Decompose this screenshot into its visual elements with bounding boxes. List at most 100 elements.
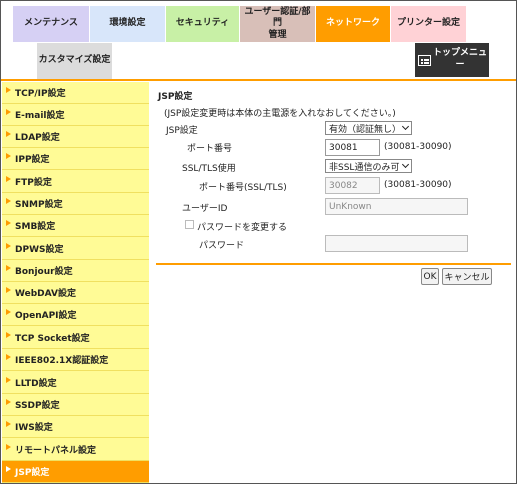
tab-user-auth[interactable]: ユーザー認証/部門 管理 [240, 6, 315, 42]
port-label: ポート番号 [187, 144, 233, 154]
tab-printer-label: プリンター設定 [396, 18, 460, 29]
sidebar-item-label: LLTD設定 [15, 379, 57, 389]
sidebar-item-remote-panel[interactable]: リモートパネル設定 [2, 439, 149, 461]
sidebar-item-label: リモートパネル設定 [15, 446, 97, 456]
cancel-button[interactable]: キャンセル [442, 268, 492, 285]
tab-customize-label: カスタマイズ設定 [38, 55, 111, 66]
port-input[interactable]: 30081 [325, 139, 380, 156]
sidebar-item-label: DPWS設定 [15, 245, 64, 255]
sidebar-item-ftp[interactable]: FTP設定 [2, 171, 149, 193]
bullet-triangle-icon [6, 109, 11, 115]
sidebar-item-ldap[interactable]: LDAP設定 [2, 126, 149, 148]
sidebar-item-smb[interactable]: SMB設定 [2, 215, 149, 237]
password-input[interactable] [325, 235, 468, 252]
sidebar-item-label: OpenAPI設定 [15, 311, 77, 321]
ssl-port-value: 30082 [329, 180, 358, 191]
sidebar-item-label: IPP設定 [15, 155, 50, 165]
power-notice: (JSP設定変更時は本体の主電源を入れなおしてください。) [164, 109, 396, 119]
bullet-triangle-icon [6, 87, 11, 93]
sidebar-item-webdav[interactable]: WebDAV設定 [2, 282, 149, 304]
top-menu-label-line2: ー [455, 60, 465, 70]
bullet-triangle-icon [6, 265, 11, 271]
bullet-triangle-icon [6, 332, 11, 338]
sidebar-item-label: LDAP設定 [15, 133, 60, 143]
bullet-triangle-icon [6, 287, 11, 293]
bullet-triangle-icon [6, 399, 11, 405]
tab-maintenance[interactable]: メンテナンス [13, 6, 89, 42]
change-password-label: パスワードを変更する [197, 223, 288, 233]
sidebar-item-tcp-socket[interactable]: TCP Socket設定 [2, 327, 149, 349]
sidebar-item-ieee8021x[interactable]: IEEE802.1X認証設定 [2, 349, 149, 371]
user-id-value: UnKnown [329, 201, 372, 212]
password-label: パスワード [199, 241, 245, 251]
ok-button-label: OK [423, 271, 437, 282]
chevron-down-icon [401, 122, 410, 131]
sidebar-item-label: TCP/IP設定 [15, 89, 66, 99]
web-page-frame: メンテナンス 環境設定 セキュリティ ユーザー認証/部門 管理 ネットワーク プ… [0, 0, 517, 484]
top-menu-button[interactable]: トップメニュ ー [415, 43, 489, 77]
port-value: 30081 [329, 142, 358, 153]
sidebar-item-iws[interactable]: IWS設定 [2, 416, 149, 438]
sidebar-item-label: E-mail設定 [15, 111, 65, 121]
bullet-triangle-icon [6, 466, 11, 472]
tab-environment[interactable]: 環境設定 [90, 6, 165, 42]
jsp-setting-value: 有効（認証無し） [329, 124, 402, 135]
ssl-tls-label: SSL/TLS使用 [182, 164, 236, 174]
sidebar-item-label: WebDAV設定 [15, 289, 76, 299]
bullet-triangle-icon [6, 377, 11, 383]
top-menu-label: トップメニュ ー [433, 48, 487, 71]
page-title: JSP設定 [158, 92, 193, 102]
bullet-triangle-icon [6, 176, 11, 182]
menu-list-icon [418, 54, 431, 66]
bullet-triangle-icon [6, 220, 11, 226]
sidebar-item-label: IWS設定 [15, 423, 53, 433]
jsp-setting-select[interactable]: 有効（認証無し） [325, 121, 412, 135]
sidebar-item-label: FTP設定 [15, 178, 52, 188]
sidebar-item-label: Bonjour設定 [15, 267, 73, 277]
sidebar-item-jsp[interactable]: JSP設定 [2, 461, 149, 483]
bullet-triangle-icon [6, 198, 11, 204]
ssl-tls-select[interactable]: 非SSL通信のみ可 [325, 159, 412, 173]
ssl-port-range: (30081-30090) [384, 180, 452, 190]
bullet-triangle-icon [6, 354, 11, 360]
tab-network[interactable]: ネットワーク [316, 6, 390, 42]
sidebar-item-ssdp[interactable]: SSDP設定 [2, 394, 149, 416]
tab-user-auth-label-line2: 管理 [268, 29, 287, 40]
bullet-triangle-icon [6, 243, 11, 249]
sidebar-item-label: SSDP設定 [15, 401, 60, 411]
tab-security[interactable]: セキュリティ [166, 6, 239, 42]
tab-customize[interactable]: カスタマイズ設定 [37, 43, 112, 79]
bullet-triangle-icon [6, 421, 11, 427]
tab-user-auth-label: ユーザー認証/部門 管理 [240, 7, 315, 41]
sidebar-item-lltd[interactable]: LLTD設定 [2, 372, 149, 394]
bullet-triangle-icon [6, 131, 11, 137]
tab-printer[interactable]: プリンター設定 [391, 6, 466, 42]
ssl-tls-value: 非SSL通信のみ可 [329, 162, 400, 173]
sidebar-item-tcpip[interactable]: TCP/IP設定 [2, 82, 149, 104]
sidebar-item-ipp[interactable]: IPP設定 [2, 148, 149, 170]
ok-button[interactable]: OK [421, 268, 439, 285]
change-password-checkbox[interactable] [185, 220, 194, 229]
sidebar-item-email[interactable]: E-mail設定 [2, 104, 149, 126]
sidebar-item-dpws[interactable]: DPWS設定 [2, 238, 149, 260]
sidebar-item-label: SNMP設定 [15, 200, 63, 210]
bullet-triangle-icon [6, 444, 11, 450]
sidebar-item-snmp[interactable]: SNMP設定 [2, 193, 149, 215]
tab-network-label: ネットワーク [325, 18, 380, 29]
sidebar-item-bonjour[interactable]: Bonjour設定 [2, 260, 149, 282]
user-id-input[interactable]: UnKnown [325, 198, 468, 215]
sidebar-item-openapi[interactable]: OpenAPI設定 [2, 304, 149, 326]
user-id-label: ユーザーID [182, 204, 228, 214]
jsp-setting-label: JSP設定 [166, 126, 198, 136]
chevron-down-icon [401, 160, 410, 169]
tab-environment-label: 環境設定 [109, 18, 146, 29]
ssl-port-label: ポート番号(SSL/TLS) [199, 183, 287, 193]
tab-user-auth-label-line1: ユーザー認証/部門 [244, 7, 311, 29]
bullet-triangle-icon [6, 309, 11, 315]
ssl-port-input[interactable]: 30082 [325, 177, 380, 194]
sidebar: TCP/IP設定 E-mail設定 LDAP設定 IPP設定 FTP設定 SNM… [2, 82, 149, 483]
bullet-triangle-icon [6, 153, 11, 159]
header-divider [1, 79, 516, 81]
sidebar-item-label: TCP Socket設定 [15, 334, 90, 344]
sidebar-item-label: SMB設定 [15, 222, 56, 232]
